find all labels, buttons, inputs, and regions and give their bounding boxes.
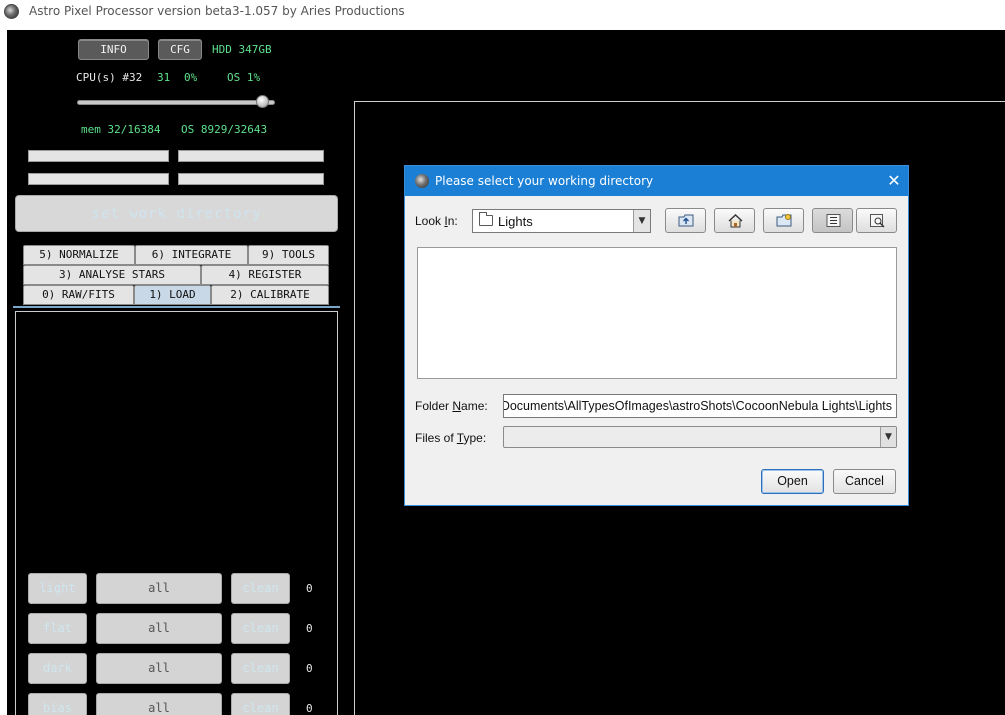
clean-bias-button[interactable]: clean <box>231 693 290 715</box>
os-load: OS 1% <box>227 71 261 84</box>
clean-flats-button[interactable]: clean <box>231 613 290 644</box>
tab-underline <box>13 306 340 308</box>
cpu-slider-handle[interactable] <box>256 95 269 108</box>
select-all-bias-button[interactable]: all <box>96 693 222 715</box>
load-flat-button[interactable]: flat <box>28 613 87 644</box>
tab-analyse-stars[interactable]: 3) ANALYSE STARS <box>23 265 201 285</box>
tab-normalize[interactable]: 5) NORMALIZE <box>23 245 135 265</box>
window-titlebar: Astro Pixel Processor version beta3-1.05… <box>0 0 1005 24</box>
list-view-button[interactable] <box>812 208 853 233</box>
files-of-type-label: Files of Type: <box>415 431 487 445</box>
app-logo-icon <box>415 174 429 188</box>
file-list[interactable] <box>417 247 897 379</box>
progress-bar <box>178 150 324 162</box>
folder-name-value: C:\Users\Documents\AllTypesOfImages\astr… <box>504 399 892 413</box>
window-title: Astro Pixel Processor version beta3-1.05… <box>29 4 405 18</box>
folder-name-label: Folder Name: <box>415 399 488 413</box>
look-in-dropdown[interactable]: Lights ▼ <box>472 209 651 233</box>
details-view-icon <box>870 214 885 228</box>
tab-calibrate[interactable]: 2) CALIBRATE <box>211 285 329 305</box>
select-all-flats-button[interactable]: all <box>96 613 222 644</box>
load-dark-button[interactable]: dark <box>28 653 87 684</box>
up-one-level-button[interactable] <box>665 208 706 233</box>
cpu-slider-track[interactable] <box>77 100 275 105</box>
clean-darks-button[interactable]: clean <box>231 653 290 684</box>
progress-bar <box>178 173 324 185</box>
new-folder-button[interactable] <box>763 208 804 233</box>
hdd-space: HDD 347GB <box>212 43 272 56</box>
select-all-darks-button[interactable]: all <box>96 653 222 684</box>
progress-bar <box>28 173 169 185</box>
tab-register[interactable]: 4) REGISTER <box>201 265 329 285</box>
folder-name-input[interactable]: C:\Users\Documents\AllTypesOfImages\astr… <box>503 394 897 418</box>
up-one-level-icon <box>678 214 694 227</box>
tab-raw-fits[interactable]: 0) RAW/FITS <box>23 285 134 305</box>
light-count: 0 <box>306 582 313 595</box>
info-button[interactable]: INFO <box>78 39 149 60</box>
progress-bar <box>28 150 169 162</box>
files-of-type-dropdown[interactable]: ▼ <box>503 426 897 448</box>
chevron-down-icon[interactable]: ▼ <box>633 210 650 232</box>
home-icon <box>728 214 743 228</box>
bias-count: 0 <box>306 702 313 715</box>
list-view-icon <box>826 214 841 227</box>
dark-count: 0 <box>306 662 313 675</box>
select-all-lights-button[interactable]: all <box>96 573 222 604</box>
details-view-button[interactable] <box>856 208 897 233</box>
os-memory-usage: OS 8929/32643 <box>181 123 268 136</box>
dialog-title: Please select your working directory <box>435 174 654 188</box>
cpu-count: 31 <box>157 71 171 84</box>
load-bias-button[interactable]: bias <box>28 693 87 715</box>
look-in-value: Lights <box>498 214 533 229</box>
load-light-button[interactable]: light <box>28 573 87 604</box>
cancel-button[interactable]: Cancel <box>833 469 896 494</box>
tab-tools[interactable]: 9) TOOLS <box>248 245 329 265</box>
close-icon[interactable]: ✕ <box>883 170 905 192</box>
cfg-button[interactable]: CFG <box>158 39 202 60</box>
flat-count: 0 <box>306 622 313 635</box>
app-logo-icon <box>4 4 19 19</box>
dialog-titlebar: Please select your working directory ✕ <box>405 166 908 196</box>
clean-lights-button[interactable]: clean <box>231 573 290 604</box>
cpu-label: CPU(s) #32 <box>76 71 143 84</box>
cpu-load: 0% <box>184 71 198 84</box>
chevron-down-icon[interactable]: ▼ <box>880 427 896 447</box>
look-in-label: Look In: <box>415 214 458 228</box>
new-folder-icon <box>776 214 792 227</box>
open-button[interactable]: Open <box>761 469 824 494</box>
home-button[interactable] <box>714 208 755 233</box>
tab-integrate[interactable]: 6) INTEGRATE <box>135 245 248 265</box>
memory-usage: mem 32/16384 <box>81 123 161 136</box>
set-work-directory-button[interactable]: set work directory <box>15 195 338 232</box>
folder-icon <box>479 212 493 226</box>
tab-load[interactable]: 1) LOAD <box>134 285 211 305</box>
select-directory-dialog: Please select your working directory ✕ L… <box>404 165 909 506</box>
